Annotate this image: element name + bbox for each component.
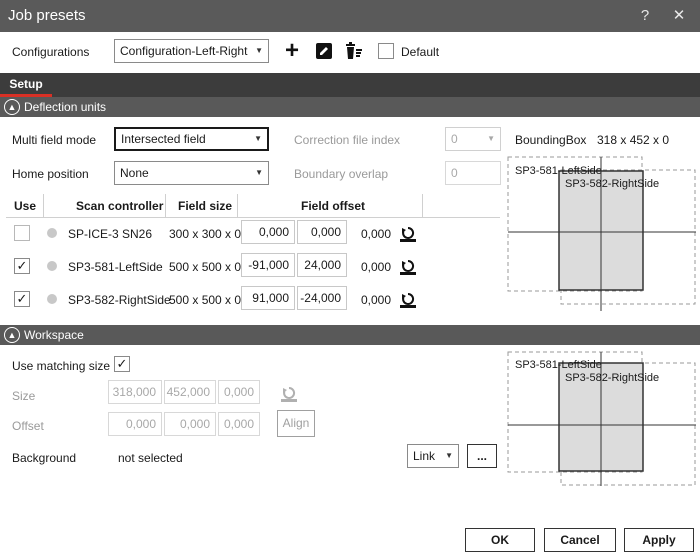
add-icon[interactable]: + xyxy=(281,39,303,63)
chevron-down-icon: ▼ xyxy=(254,134,262,143)
home-position-label: Home position xyxy=(12,167,89,181)
help-icon[interactable]: ? xyxy=(634,6,656,26)
chevron-down-icon: ▼ xyxy=(487,134,495,143)
deflection-units-title: Deflection units xyxy=(24,100,107,114)
window-title: Job presets xyxy=(8,7,86,24)
close-icon[interactable]: ✕ xyxy=(668,6,690,26)
scan-controller-name: SP3-582-RightSide xyxy=(68,293,171,307)
row-use-checkbox[interactable]: ✓ xyxy=(14,291,30,307)
deflection-units-header[interactable]: ▲ Deflection units xyxy=(0,97,700,117)
offset-y-input[interactable]: 0,000 xyxy=(164,412,216,436)
scan-controller-name: SP3-581-LeftSide xyxy=(68,260,163,274)
offset-label: Offset xyxy=(12,419,44,433)
delete-icon[interactable] xyxy=(343,40,365,62)
workspace-header[interactable]: ▲ Workspace xyxy=(0,325,700,345)
row-use-checkbox[interactable]: ✓ xyxy=(14,258,30,274)
workspace-field-preview: SP3-581-LeftSide SP3-582-RightSide xyxy=(507,351,697,487)
correction-file-index-select[interactable]: 0 ▼ xyxy=(445,127,501,151)
field-size-value: 500 x 500 x 0 xyxy=(169,293,242,307)
configuration-select-value: Configuration-Left-Right xyxy=(120,44,248,58)
status-dot xyxy=(47,228,57,238)
offset-x-input[interactable]: 0,000 xyxy=(108,412,162,436)
ok-button[interactable]: OK xyxy=(465,528,535,552)
preview-left-label: SP3-581-LeftSide xyxy=(515,359,602,371)
tab-setup[interactable]: Setup xyxy=(0,73,52,97)
offset-x-input[interactable]: 0,000 xyxy=(241,220,295,244)
column-divider xyxy=(43,194,44,218)
background-value: not selected xyxy=(118,451,183,465)
chevron-down-icon: ▼ xyxy=(445,451,453,460)
deflection-field-preview: SP3-581-LeftSide SP3-582-RightSide xyxy=(507,156,697,312)
scan-controller-name: SP-ICE-3 SN26 xyxy=(68,227,153,241)
offset-y-input[interactable]: -24,000 xyxy=(297,286,347,310)
offset-y-input[interactable]: 24,000 xyxy=(297,253,347,277)
column-field-offset: Field offset xyxy=(301,199,366,213)
workspace-title: Workspace xyxy=(24,328,84,342)
preview-left-label: SP3-581-LeftSide xyxy=(515,165,602,177)
size-x-input[interactable]: 318,000 xyxy=(108,380,162,404)
offset-x-input[interactable]: 91,000 xyxy=(241,286,295,310)
background-label: Background xyxy=(12,451,77,465)
link-select[interactable]: Link ▼ xyxy=(407,444,459,468)
column-use: Use xyxy=(14,199,37,213)
status-dot xyxy=(47,294,57,304)
boundary-overlap-input[interactable]: 0 xyxy=(445,161,501,185)
field-size-value: 500 x 500 x 0 xyxy=(169,260,242,274)
multi-field-mode-label: Multi field mode xyxy=(12,133,97,147)
collapse-icon[interactable]: ▲ xyxy=(4,99,20,115)
bounding-box-label: BoundingBox xyxy=(515,133,587,147)
boundary-overlap-label: Boundary overlap xyxy=(294,167,389,181)
offset-z-value: 0,000 xyxy=(361,227,392,241)
correction-file-index-label: Correction file index xyxy=(294,133,401,147)
configuration-select[interactable]: Configuration-Left-Right ▼ xyxy=(114,39,269,63)
offset-x-input[interactable]: -91,000 xyxy=(241,253,295,277)
link-select-value: Link xyxy=(413,449,436,463)
chevron-down-icon: ▼ xyxy=(255,168,263,177)
column-field-size: Field size xyxy=(178,199,233,213)
size-y-input[interactable]: 452,000 xyxy=(164,380,216,404)
cancel-button[interactable]: Cancel xyxy=(544,528,616,552)
home-position-select[interactable]: None ▼ xyxy=(114,161,269,185)
tab-strip: Setup xyxy=(0,73,700,97)
multi-field-mode-value: Intersected field xyxy=(121,132,206,146)
offset-z-value: 0,000 xyxy=(361,260,392,274)
collapse-icon[interactable]: ▲ xyxy=(4,327,20,343)
column-scan-controller: Scan controller xyxy=(76,199,164,213)
apply-button[interactable]: Apply xyxy=(624,528,694,552)
row-use-checkbox[interactable] xyxy=(14,225,30,241)
title-bar: Job presets ? ✕ xyxy=(0,0,700,32)
use-matching-size-label: Use matching size xyxy=(12,359,111,373)
chevron-down-icon: ▼ xyxy=(255,46,263,55)
offset-y-input[interactable]: 0,000 xyxy=(297,220,347,244)
default-label: Default xyxy=(401,45,440,59)
column-divider xyxy=(237,194,238,218)
laser-icon[interactable] xyxy=(280,385,298,403)
rename-icon[interactable] xyxy=(313,40,335,62)
use-matching-size-checkbox[interactable]: ✓ xyxy=(114,356,130,372)
laser-icon[interactable] xyxy=(399,225,417,243)
bounding-box-value: 318 x 452 x 0 xyxy=(597,133,670,147)
laser-icon[interactable] xyxy=(399,258,417,276)
offset-z-value: 0,000 xyxy=(361,293,392,307)
browse-button[interactable]: ... xyxy=(467,444,497,468)
default-checkbox[interactable] xyxy=(378,43,394,59)
column-divider xyxy=(165,194,166,218)
scan-controller-grid-header: Use Scan controller Field size Field off… xyxy=(6,194,500,218)
align-button[interactable]: Align xyxy=(277,410,315,437)
offset-z-input[interactable]: 0,000 xyxy=(218,412,260,436)
multi-field-mode-select[interactable]: Intersected field ▼ xyxy=(114,127,269,151)
status-dot xyxy=(47,261,57,271)
column-divider xyxy=(422,194,423,218)
field-size-value: 300 x 300 x 0 xyxy=(169,227,242,241)
size-label: Size xyxy=(12,389,36,403)
correction-file-index-value: 0 xyxy=(451,132,458,146)
preview-right-label: SP3-582-RightSide xyxy=(565,178,660,190)
preview-right-label: SP3-582-RightSide xyxy=(565,372,660,384)
laser-icon[interactable] xyxy=(399,291,417,309)
configurations-label: Configurations xyxy=(12,45,90,59)
size-z-input[interactable]: 0,000 xyxy=(218,380,260,404)
home-position-value: None xyxy=(120,166,149,180)
